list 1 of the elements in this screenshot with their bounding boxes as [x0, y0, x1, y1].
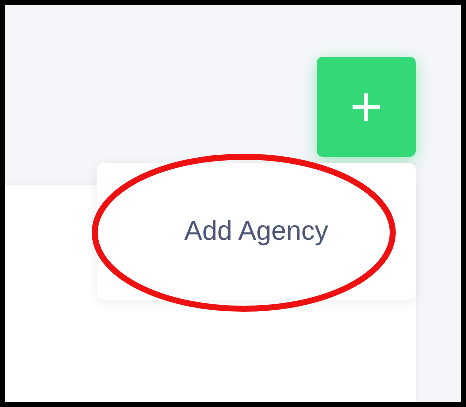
menu-item[interactable]: Add Agency	[176, 207, 337, 256]
